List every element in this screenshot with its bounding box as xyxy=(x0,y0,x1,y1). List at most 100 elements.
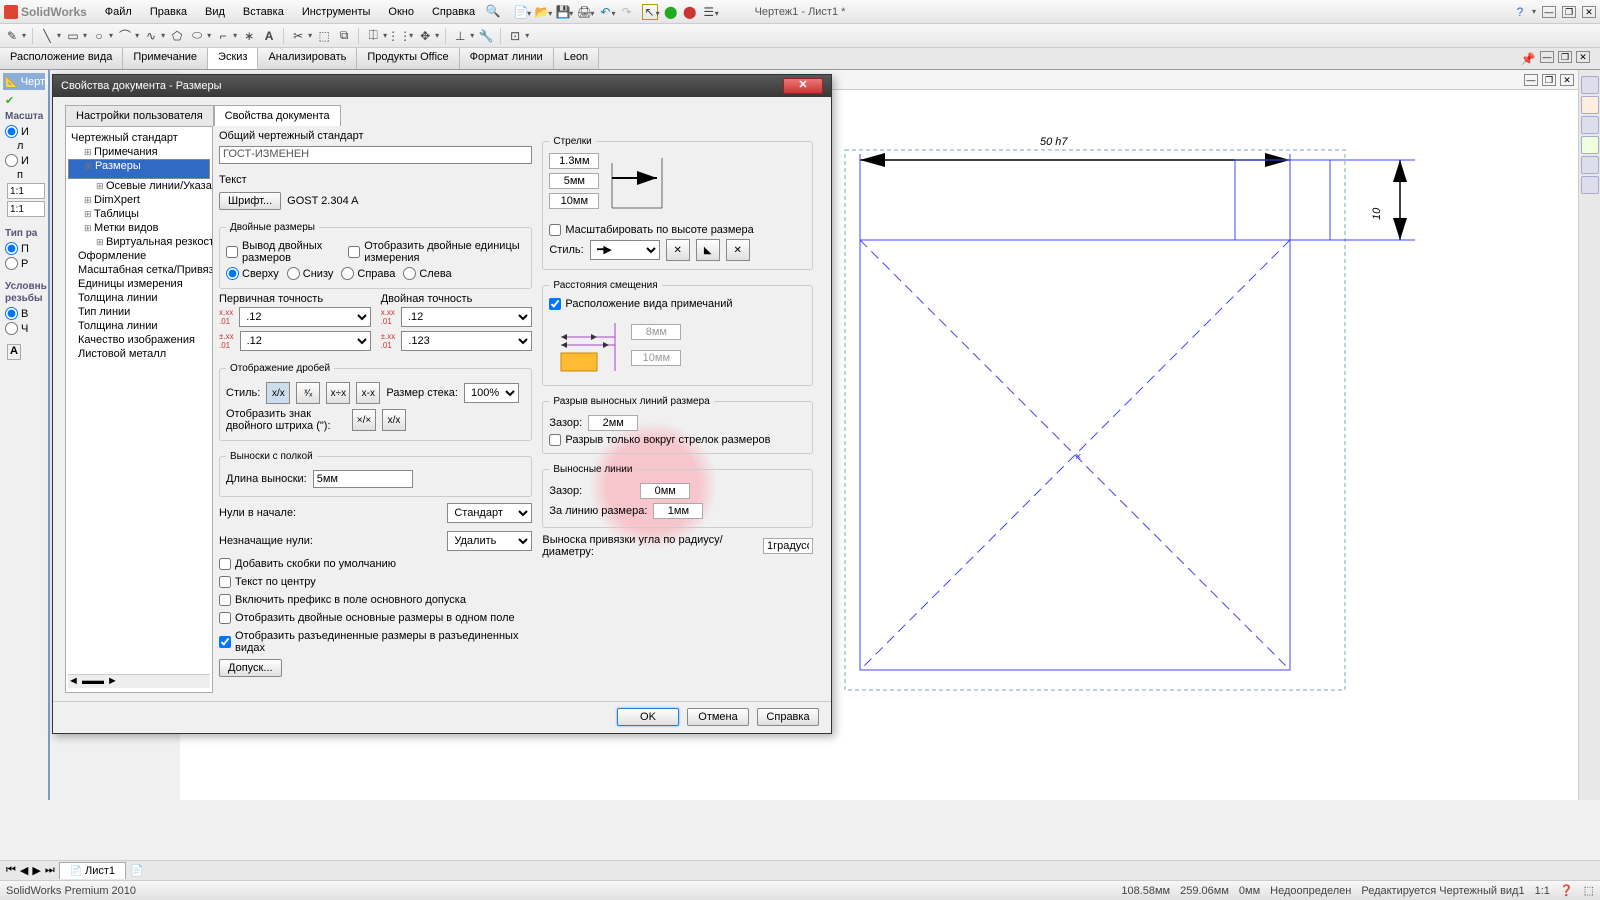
view-close-button[interactable]: ✕ xyxy=(1560,74,1574,86)
cancel-button[interactable]: Отмена xyxy=(687,708,749,726)
tree-line-type[interactable]: Тип линии xyxy=(68,305,210,319)
tab-leon[interactable]: Leon xyxy=(554,48,599,69)
convert-icon[interactable]: ⬚ xyxy=(316,28,332,44)
arrow-w-input[interactable] xyxy=(549,173,599,189)
rect-icon[interactable]: ▭ xyxy=(65,28,81,44)
tree-scrollbar[interactable]: ◄ ▬▬ ► xyxy=(68,674,210,688)
prec2b-select[interactable]: .123 xyxy=(401,331,532,351)
offset-check[interactable] xyxy=(549,298,561,310)
tree-detailing[interactable]: Оформление xyxy=(68,249,210,263)
tree-dimxpert[interactable]: DimXpert xyxy=(68,193,210,207)
view-max-button[interactable]: ❐ xyxy=(1542,74,1556,86)
dimtype-radio-1[interactable] xyxy=(5,242,18,255)
scale-by-height-check[interactable] xyxy=(549,224,561,236)
offset1-input[interactable] xyxy=(631,324,681,340)
ck-dual-box[interactable] xyxy=(219,612,231,624)
library-icon[interactable] xyxy=(1581,96,1599,114)
ok-check-icon[interactable]: ✔ xyxy=(3,92,45,109)
menu-help[interactable]: Справка xyxy=(424,3,483,21)
status-icon1[interactable]: ❓ xyxy=(1560,884,1574,897)
sheet-tab-1[interactable]: 📄 Лист1 xyxy=(59,862,126,879)
menu-window[interactable]: Окно xyxy=(380,3,422,21)
prec1b-select[interactable]: .12 xyxy=(240,331,371,351)
pin-icon[interactable]: 📌 xyxy=(1520,51,1536,67)
thread-radio-2[interactable] xyxy=(5,322,18,335)
point-icon[interactable]: ∗ xyxy=(241,28,257,44)
ok-button[interactable]: OK xyxy=(617,708,679,726)
frac-style4[interactable]: x-x xyxy=(356,382,380,404)
lead-zero-select[interactable]: Стандарт xyxy=(447,503,532,523)
help-icon[interactable]: ? xyxy=(1512,4,1528,20)
appearance-icon[interactable] xyxy=(1581,156,1599,174)
prec1-select[interactable]: .12 xyxy=(239,307,370,327)
dual-units-check[interactable] xyxy=(348,246,360,258)
mirror-icon[interactable]: ⎅ xyxy=(365,28,381,44)
tree-dimensions[interactable]: Размеры xyxy=(68,159,210,179)
menu-view[interactable]: Вид xyxy=(197,3,233,21)
tree-annotations[interactable]: Примечания xyxy=(68,145,210,159)
arrow-h-input[interactable] xyxy=(549,153,599,169)
ck-paren[interactable] xyxy=(219,558,231,570)
relations-icon[interactable]: ⊥ xyxy=(452,28,468,44)
pattern-icon[interactable]: ⋮⋮ xyxy=(391,28,407,44)
tree-tables[interactable]: Таблицы xyxy=(68,207,210,221)
smart-dim-icon[interactable]: ✎ xyxy=(4,28,20,44)
dimtype-radio-2[interactable] xyxy=(5,257,18,270)
polygon-icon[interactable]: ⬠ xyxy=(169,28,185,44)
prec2-select[interactable]: .12 xyxy=(401,307,532,327)
quick-snap-icon[interactable]: ⊡ xyxy=(507,28,523,44)
tree-grid[interactable]: Масштабная сетка/Привяз xyxy=(68,263,210,277)
trail-zero-select[interactable]: Удалить xyxy=(447,531,532,551)
ck-broken[interactable] xyxy=(219,636,231,648)
leader-len-input[interactable] xyxy=(313,470,413,488)
tree-line-weight2[interactable]: Толщина линии xyxy=(68,319,210,333)
arrow-mode2[interactable]: ◣ xyxy=(696,239,720,261)
dialog-titlebar[interactable]: Свойства документа - Размеры ✕ xyxy=(53,75,831,97)
frac-style2[interactable]: ˣ⁄ₓ xyxy=(296,382,320,404)
tab-doc-props[interactable]: Свойства документа xyxy=(214,105,341,126)
sheet-nav-prev[interactable]: ◀ xyxy=(20,864,28,877)
menu-file[interactable]: Файл xyxy=(97,3,140,21)
ext-beyond-input[interactable] xyxy=(653,503,703,519)
stack-select[interactable]: 100% xyxy=(464,383,519,403)
resources-icon[interactable] xyxy=(1581,76,1599,94)
tab-evaluate[interactable]: Анализировать xyxy=(258,48,357,69)
ext-gap-input[interactable] xyxy=(640,483,690,499)
break-arrows-check[interactable] xyxy=(549,434,561,446)
gap-input[interactable] xyxy=(588,415,638,431)
dialog-close-button[interactable]: ✕ xyxy=(783,78,823,94)
line-icon[interactable]: ╲ xyxy=(39,28,55,44)
pos-top-radio[interactable] xyxy=(226,267,239,280)
tree-centerlines[interactable]: Осевые линии/Указател xyxy=(68,179,210,193)
arc-icon[interactable]: ⌒ xyxy=(117,28,133,44)
arrow-style-select[interactable]: ━▶ xyxy=(590,240,660,260)
dual-show-check[interactable] xyxy=(226,246,238,258)
pos-left-radio[interactable] xyxy=(403,267,416,280)
custom-icon[interactable] xyxy=(1581,176,1599,194)
offset2-input[interactable] xyxy=(631,350,681,366)
sheet-nav-next[interactable]: ▶ xyxy=(32,864,40,877)
sheet-nav-first[interactable]: ⏮ xyxy=(6,864,16,877)
scale-input-1[interactable] xyxy=(7,183,45,199)
tab-view-layout[interactable]: Расположение вида xyxy=(0,48,123,69)
tree-virtual[interactable]: Виртуальная резкость xyxy=(68,235,210,249)
menu-edit[interactable]: Правка xyxy=(142,3,195,21)
circle-icon[interactable]: ○ xyxy=(91,28,107,44)
move-icon[interactable]: ✥ xyxy=(417,28,433,44)
frac-style3[interactable]: x÷x xyxy=(326,382,350,404)
stroke-btn1[interactable]: ×/× xyxy=(352,409,376,431)
fillet-icon[interactable]: ⌐ xyxy=(215,28,231,44)
scale-radio-2[interactable] xyxy=(5,154,18,167)
minimize-button[interactable]: — xyxy=(1542,6,1556,18)
tree-image-quality[interactable]: Качество изображения xyxy=(68,333,210,347)
ck-center[interactable] xyxy=(219,576,231,588)
redo-icon[interactable]: ↷ xyxy=(619,4,635,20)
font-button[interactable]: Шрифт... xyxy=(219,192,281,210)
tree-units[interactable]: Единицы измерения xyxy=(68,277,210,291)
menu-tools[interactable]: Инструменты xyxy=(294,3,379,21)
search-icon[interactable]: 🔍 xyxy=(485,3,501,19)
ellipse-icon[interactable]: ⬭ xyxy=(189,28,205,44)
view-min-button[interactable]: — xyxy=(1524,74,1538,86)
tab-annotation[interactable]: Примечание xyxy=(123,48,208,69)
text-icon[interactable]: A xyxy=(261,28,277,44)
